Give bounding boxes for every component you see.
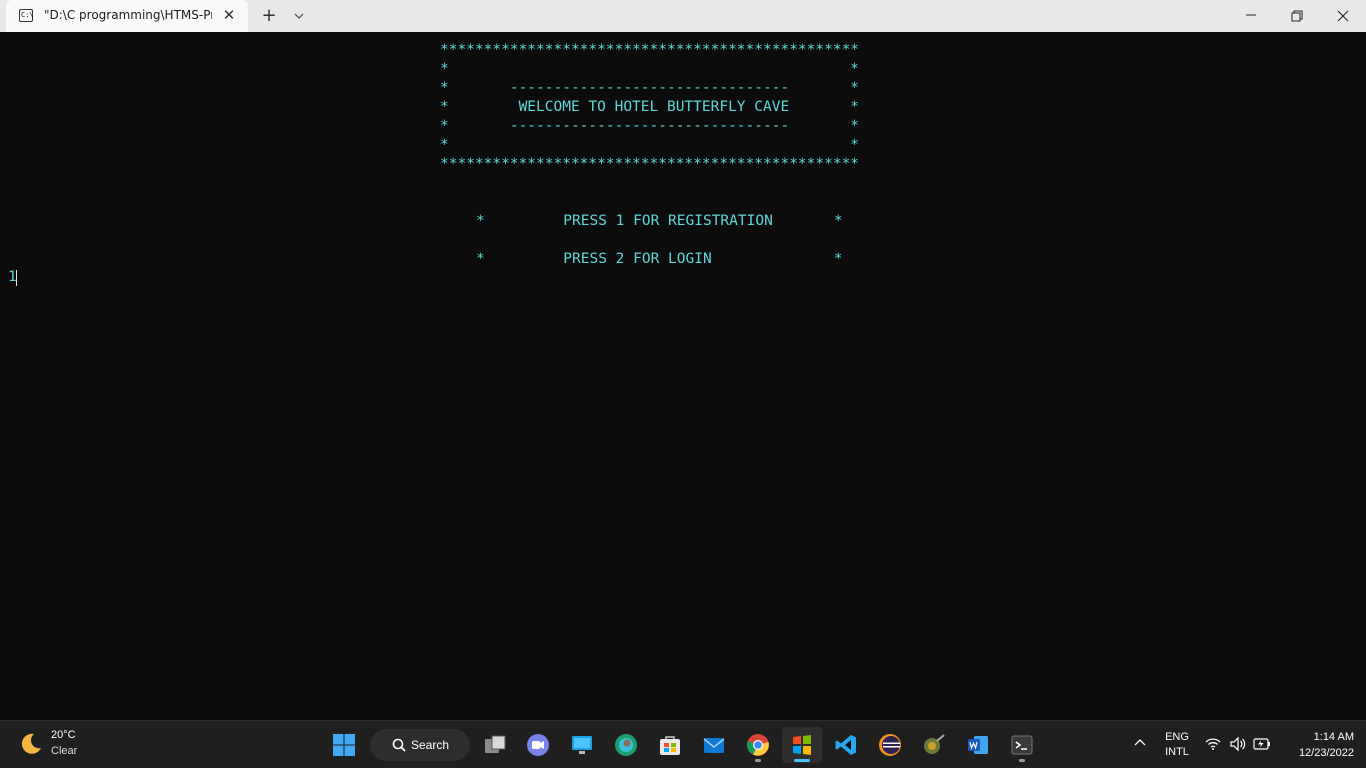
- close-window-button[interactable]: [1320, 0, 1366, 32]
- weather-condition[interactable]: Clear: [51, 745, 77, 757]
- vscode-button[interactable]: [826, 727, 866, 763]
- banner-line: * *: [440, 137, 860, 153]
- terminal-button[interactable]: [1002, 727, 1042, 763]
- console-icon: C:\: [19, 9, 34, 22]
- terminal-tab[interactable]: C:\ "D:\C programming\HTMS-Pr ✕: [6, 0, 248, 32]
- search-label: Search: [411, 738, 450, 752]
- battery-charging-icon[interactable]: [1253, 737, 1271, 751]
- task-view-icon: [485, 735, 506, 753]
- word-button[interactable]: [958, 727, 998, 763]
- remote-desktop-button[interactable]: [562, 727, 602, 763]
- misc-app-button[interactable]: [914, 727, 954, 763]
- volume-icon[interactable]: [1229, 736, 1247, 752]
- clock-time: 1:14 AM: [1313, 731, 1354, 743]
- taskbar: 20°C Clear Search ENG INTL 1:14 AM 12/23…: [0, 720, 1366, 768]
- banner-border-bottom: ****************************************…: [440, 156, 860, 172]
- active-indicator: [794, 759, 810, 762]
- store-icon: [660, 736, 680, 755]
- running-indicator: [1019, 759, 1025, 762]
- search-icon: [392, 738, 406, 752]
- close-tab-icon[interactable]: ✕: [220, 6, 238, 24]
- chevron-up-icon[interactable]: [1132, 735, 1148, 749]
- banner-divider: * -------------------------------- *: [440, 118, 860, 134]
- vscode-icon: [835, 735, 856, 755]
- running-indicator: [755, 759, 761, 762]
- mail-button[interactable]: [694, 727, 734, 763]
- tab-title: "D:\C programming\HTMS-Pr: [44, 8, 212, 22]
- monitor-icon: [572, 736, 592, 754]
- clock-date: 12/23/2022: [1298, 747, 1354, 759]
- welcome-title: * WELCOME TO HOTEL BUTTERFLY CAVE *: [440, 99, 860, 115]
- start-button[interactable]: [324, 727, 364, 763]
- banner-border-top: ****************************************…: [440, 42, 860, 58]
- eclipse-button[interactable]: [870, 727, 910, 763]
- windows-logo-icon: [333, 734, 355, 756]
- console-output[interactable]: ****************************************…: [0, 32, 1366, 720]
- menu-option-login: * PRESS 2 FOR LOGIN *: [476, 251, 843, 267]
- active-app-button[interactable]: [782, 727, 822, 763]
- window-title-bar: C:\ "D:\C programming\HTMS-Pr ✕ +: [0, 0, 1366, 32]
- microsoft-store-button[interactable]: [650, 727, 690, 763]
- keyboard-layout: INTL: [1165, 746, 1189, 758]
- new-tab-button[interactable]: +: [258, 6, 280, 26]
- word-icon: [968, 736, 988, 754]
- menu-option-registration: * PRESS 1 FOR REGISTRATION *: [476, 213, 843, 229]
- banner-line: * *: [440, 61, 860, 77]
- chrome-icon: [746, 734, 769, 756]
- edge-icon: [615, 734, 637, 756]
- chat-icon: [527, 734, 549, 756]
- banner-divider: * -------------------------------- *: [440, 80, 860, 96]
- restore-button[interactable]: [1274, 0, 1320, 32]
- teams-chat-button[interactable]: [518, 727, 558, 763]
- minimize-button[interactable]: [1228, 0, 1274, 32]
- chevron-down-icon[interactable]: [290, 8, 308, 24]
- wifi-icon[interactable]: [1205, 737, 1221, 751]
- input-language-indicator[interactable]: ENG INTL: [1161, 730, 1193, 760]
- task-view-button[interactable]: [475, 727, 515, 763]
- eclipse-icon: [879, 734, 901, 756]
- mail-icon: [703, 738, 725, 753]
- language-code: ENG: [1165, 731, 1189, 743]
- edge-browser-button[interactable]: [606, 727, 646, 763]
- moon-icon[interactable]: [18, 731, 44, 757]
- taskbar-search-box[interactable]: Search: [370, 729, 470, 761]
- terminal-icon: [1011, 735, 1033, 755]
- colorful-app-icon: [793, 735, 811, 755]
- system-clock[interactable]: 1:14 AM 12/23/2022: [1280, 729, 1354, 761]
- text-cursor: [16, 270, 17, 286]
- chrome-browser-button[interactable]: [738, 727, 778, 763]
- weather-temperature[interactable]: 20°C: [51, 729, 76, 741]
- app-icon: [924, 734, 945, 754]
